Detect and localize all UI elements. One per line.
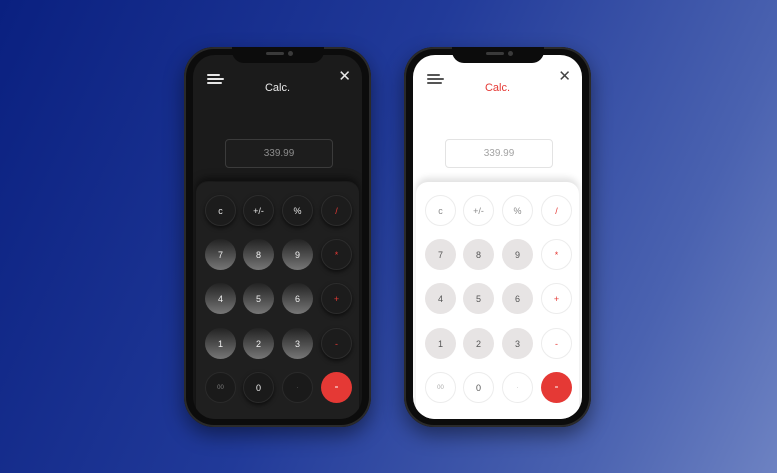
digit-4-button[interactable]: 4 <box>205 283 236 314</box>
digit-7-button[interactable]: 7 <box>205 239 236 270</box>
keypad: c +/- % / 7 8 9 * 4 5 6 + 1 2 3 - 00 0 ·… <box>196 182 359 419</box>
digit-1-button[interactable]: 1 <box>205 328 236 359</box>
dark-theme-phone: ✕ Calc. 339.99 c +/- % / 7 8 9 * 4 5 6 +… <box>184 47 371 427</box>
percent-button[interactable]: % <box>282 195 313 226</box>
phone-notch <box>451 47 544 63</box>
digit-3-button[interactable]: 3 <box>502 328 533 359</box>
app-title: Calc. <box>484 82 511 94</box>
result-display: 339.99 <box>225 139 333 168</box>
double-zero-button[interactable]: 00 <box>425 372 456 403</box>
percent-button[interactable]: % <box>502 195 533 226</box>
calculator-screen: ✕ Calc. 339.99 c +/- % / 7 8 9 * 4 5 6 +… <box>193 55 362 419</box>
calculator-screen: ✕ Calc. 339.99 c +/- % / 7 8 9 * 4 5 6 +… <box>413 55 582 419</box>
digit-1-button[interactable]: 1 <box>425 328 456 359</box>
digit-0-button[interactable]: 0 <box>463 372 494 403</box>
clear-button[interactable]: c <box>425 195 456 226</box>
digit-9-button[interactable]: 9 <box>282 239 313 270</box>
digit-5-button[interactable]: 5 <box>243 283 274 314</box>
multiply-button[interactable]: * <box>541 239 572 270</box>
digit-9-button[interactable]: 9 <box>502 239 533 270</box>
minus-button[interactable]: - <box>541 328 572 359</box>
app-title: Calc. <box>264 82 291 94</box>
phone-notch <box>231 47 324 63</box>
digit-0-button[interactable]: 0 <box>243 372 274 403</box>
digit-2-button[interactable]: 2 <box>463 328 494 359</box>
double-zero-button[interactable]: 00 <box>205 372 236 403</box>
result-display: 339.99 <box>445 139 553 168</box>
plus-button[interactable]: + <box>321 283 352 314</box>
keypad: c +/- % / 7 8 9 * 4 5 6 + 1 2 3 - 00 0 ·… <box>416 182 579 419</box>
digit-3-button[interactable]: 3 <box>282 328 313 359</box>
decimal-button[interactable]: · <box>502 372 533 403</box>
equals-button[interactable]: = <box>541 372 572 403</box>
equals-button[interactable]: = <box>321 372 352 403</box>
sign-toggle-button[interactable]: +/- <box>463 195 494 226</box>
digit-5-button[interactable]: 5 <box>463 283 494 314</box>
digit-8-button[interactable]: 8 <box>243 239 274 270</box>
plus-button[interactable]: + <box>541 283 572 314</box>
sign-toggle-button[interactable]: +/- <box>243 195 274 226</box>
digit-8-button[interactable]: 8 <box>463 239 494 270</box>
digit-2-button[interactable]: 2 <box>243 328 274 359</box>
decimal-button[interactable]: · <box>282 372 313 403</box>
clear-button[interactable]: c <box>205 195 236 226</box>
minus-button[interactable]: - <box>321 328 352 359</box>
divide-button[interactable]: / <box>541 195 572 226</box>
digit-7-button[interactable]: 7 <box>425 239 456 270</box>
digit-4-button[interactable]: 4 <box>425 283 456 314</box>
digit-6-button[interactable]: 6 <box>282 283 313 314</box>
multiply-button[interactable]: * <box>321 239 352 270</box>
light-theme-phone: ✕ Calc. 339.99 c +/- % / 7 8 9 * 4 5 6 +… <box>404 47 591 427</box>
digit-6-button[interactable]: 6 <box>502 283 533 314</box>
divide-button[interactable]: / <box>321 195 352 226</box>
